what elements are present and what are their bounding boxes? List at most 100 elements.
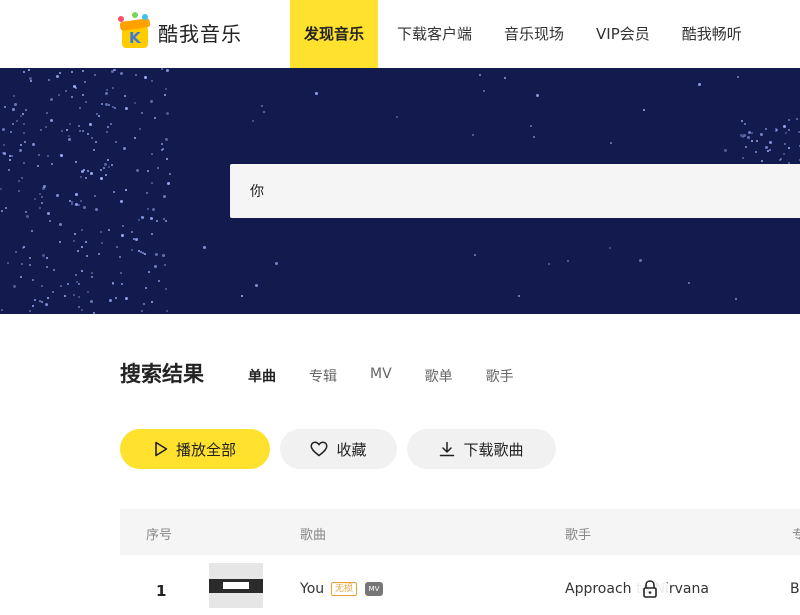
- star-dot: [31, 230, 33, 232]
- star-dot: [78, 306, 80, 308]
- lock-icon[interactable]: [632, 571, 668, 607]
- star-dot: [5, 207, 7, 209]
- tab-artists[interactable]: 歌手: [486, 366, 514, 386]
- star-dot: [113, 69, 115, 71]
- star-dot: [91, 137, 93, 139]
- nav-vip-member[interactable]: VIP会员: [596, 0, 650, 68]
- mv-badge[interactable]: MV: [365, 582, 383, 596]
- nav-discover-music[interactable]: 发现音乐: [290, 0, 378, 68]
- star-dot: [78, 283, 80, 285]
- tab-albums[interactable]: 专辑: [309, 366, 337, 386]
- star-dot: [29, 257, 31, 259]
- star-dot: [53, 269, 55, 271]
- star-dot: [20, 144, 22, 146]
- star-dot: [34, 299, 36, 301]
- main-nav: 发现音乐 下载客户端 音乐现场 VIP会员 酷我畅听: [290, 0, 742, 68]
- kuwo-logo[interactable]: K 酷我音乐: [120, 12, 242, 52]
- star-dot: [156, 220, 158, 222]
- album-name[interactable]: B: [790, 581, 800, 597]
- star-dot: [82, 70, 84, 72]
- album-cover[interactable]: [209, 563, 263, 608]
- star-dot: [135, 74, 137, 76]
- star-dot: [751, 140, 753, 142]
- star-dot: [166, 69, 169, 72]
- star-dot: [263, 111, 265, 113]
- star-dot: [22, 113, 24, 115]
- star-dot: [82, 130, 84, 132]
- star-dot: [166, 158, 168, 160]
- star-dot: [95, 208, 98, 211]
- star-dot: [30, 80, 32, 82]
- star-dot: [134, 137, 136, 139]
- song-title[interactable]: You: [300, 581, 324, 597]
- star-dot: [396, 116, 398, 118]
- tab-songs[interactable]: 单曲: [248, 366, 276, 386]
- star-dot: [74, 233, 76, 235]
- star-dot: [1, 210, 3, 212]
- star-dot: [64, 295, 66, 297]
- star-dot: [610, 142, 612, 144]
- play-all-button[interactable]: 播放全部: [120, 429, 270, 469]
- star-dot: [106, 131, 108, 133]
- star-dot: [784, 143, 786, 145]
- star-dot: [91, 276, 93, 278]
- nav-kuwo-listen[interactable]: 酷我畅听: [682, 0, 742, 68]
- star-dot: [41, 285, 43, 287]
- star-dot: [67, 283, 69, 285]
- star-dot: [101, 242, 103, 244]
- star-dot: [32, 143, 35, 146]
- star-dot: [796, 118, 798, 120]
- star-dot: [479, 74, 481, 76]
- star-dot: [29, 264, 31, 266]
- star-dot: [125, 189, 127, 191]
- star-dot: [89, 123, 92, 126]
- star-dot: [23, 71, 25, 73]
- download-songs-button[interactable]: 下载歌曲: [407, 429, 556, 469]
- star-dot: [47, 155, 49, 157]
- star-dot: [785, 132, 787, 134]
- star-dot: [135, 238, 138, 241]
- star-dot: [104, 163, 107, 166]
- star-dot: [95, 141, 97, 143]
- star-dot: [41, 202, 43, 204]
- star-dot: [23, 123, 25, 125]
- star-dot: [760, 133, 763, 136]
- star-dot: [164, 94, 166, 96]
- star-dot: [643, 109, 645, 111]
- column-song: 歌曲: [300, 524, 326, 543]
- tab-playlists[interactable]: 歌单: [425, 366, 453, 386]
- star-dot: [105, 174, 107, 176]
- star-dot: [26, 215, 29, 218]
- favorite-label: 收藏: [336, 439, 366, 460]
- star-dot: [100, 231, 102, 233]
- star-dot: [724, 149, 727, 152]
- star-dot: [261, 105, 263, 107]
- star-dot: [169, 173, 171, 175]
- star-dot: [241, 295, 243, 297]
- star-dot: [93, 312, 95, 314]
- search-input[interactable]: [230, 164, 800, 218]
- star-dot: [167, 182, 170, 185]
- nav-music-live[interactable]: 音乐现场: [504, 0, 564, 68]
- star-dot: [152, 208, 155, 211]
- search-box: [230, 164, 800, 218]
- star-dot: [788, 129, 790, 131]
- star-dot: [769, 141, 772, 144]
- star-dot: [530, 125, 532, 127]
- star-dot: [20, 276, 22, 278]
- star-dot: [103, 167, 105, 169]
- star-dot: [46, 257, 48, 259]
- star-dot: [25, 211, 27, 213]
- star-dot: [144, 76, 147, 79]
- star-dot: [536, 94, 539, 97]
- star-dot: [755, 151, 757, 153]
- star-dot: [518, 295, 520, 297]
- star-dot: [75, 161, 77, 163]
- star-dot: [18, 190, 20, 192]
- star-dot: [46, 112, 48, 114]
- tab-mv[interactable]: MV: [370, 366, 392, 386]
- table-row[interactable]: 1 You 无损 MV Approach to Nirvana B: [120, 555, 800, 615]
- favorite-button[interactable]: 收藏: [280, 429, 397, 469]
- star-dot: [34, 198, 36, 200]
- nav-download-client[interactable]: 下载客户端: [397, 0, 472, 68]
